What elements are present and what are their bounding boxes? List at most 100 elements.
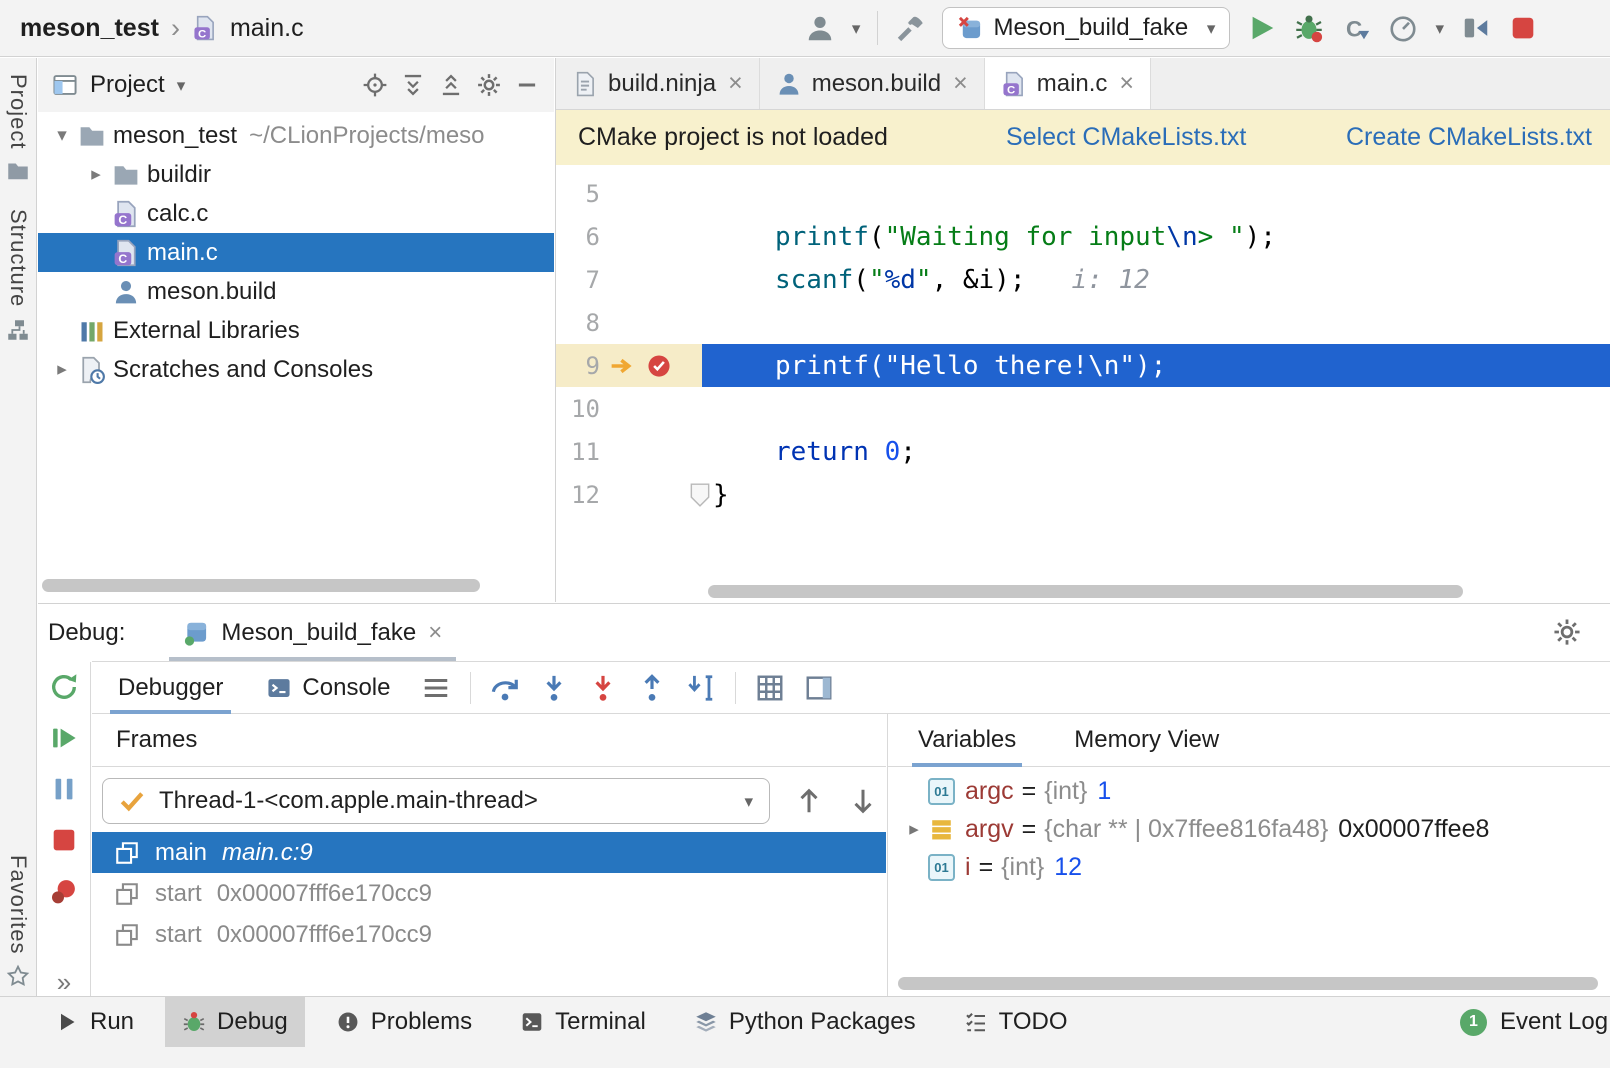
settings-gear-icon[interactable] [476, 72, 502, 98]
project-horizontal-scrollbar[interactable] [42, 579, 480, 592]
variables-horizontal-scrollbar[interactable] [898, 977, 1598, 990]
code-editor[interactable]: 5 6 printf("Waiting for input\n> "); 7 s… [556, 165, 1610, 516]
rerun-button[interactable] [49, 672, 79, 702]
collapse-all-icon[interactable] [438, 72, 464, 98]
user-account-icon[interactable] [805, 13, 835, 43]
tab-debugger[interactable]: Debugger [106, 662, 235, 713]
step-over-button[interactable] [490, 673, 520, 703]
toolwindow-button-run[interactable]: Run [38, 997, 151, 1047]
tree-item-scratches[interactable]: ▸ Scratches and Consoles [38, 350, 554, 389]
resume-button[interactable] [49, 723, 79, 753]
close-icon[interactable]: × [728, 69, 743, 98]
pause-button[interactable] [49, 774, 79, 804]
toolwindow-button-terminal[interactable]: Terminal [503, 997, 663, 1047]
close-icon[interactable]: × [428, 619, 442, 647]
editor-gutter[interactable]: 7 [556, 258, 702, 301]
chevron-down-icon[interactable]: ▾ [177, 77, 186, 94]
code-text[interactable]: printf("Waiting for input\n> "); [702, 215, 1610, 258]
code-text-execution-line[interactable]: printf("Hello there!\n"); [702, 344, 1610, 387]
layout-settings-icon[interactable] [804, 673, 834, 703]
editor-gutter[interactable]: 9 [556, 344, 702, 387]
chevron-right-icon[interactable]: ▸ [900, 818, 928, 841]
editor-gutter[interactable]: 5 [556, 172, 702, 215]
tree-item-external-libraries[interactable]: External Libraries [38, 311, 554, 350]
profiler-button[interactable] [1388, 13, 1418, 43]
breakpoint-icon[interactable] [646, 353, 672, 379]
more-actions-button[interactable]: » [57, 967, 71, 996]
chevron-down-icon[interactable]: ▾ [852, 20, 861, 37]
evaluate-grid-icon[interactable] [755, 673, 785, 703]
toolwindow-button-debug[interactable]: Debug [165, 997, 305, 1047]
editor-gutter[interactable]: 12 [556, 473, 702, 516]
stripe-button-structure[interactable]: Structure [5, 209, 31, 341]
stripe-button-project[interactable]: Project [5, 74, 31, 183]
create-cmakelists-link[interactable]: Create CMakeLists.txt [1346, 123, 1592, 152]
tree-item-meson-test[interactable]: ▾ meson_test ~/CLionProjects/meso [38, 116, 554, 155]
breadcrumb-file[interactable]: main.c [230, 14, 304, 43]
variable-row-argv[interactable]: ▸ argv = {char ** | 0x7ffee816fa48} 0x00… [888, 810, 1610, 848]
toolwindow-button-todo[interactable]: TODO [947, 997, 1085, 1047]
editor-tab-build-ninja[interactable]: build.ninja × [556, 58, 760, 109]
variable-row-argc[interactable]: 01 argc = {int} 1 [888, 772, 1610, 810]
tab-variables[interactable]: Variables [912, 714, 1022, 766]
tree-item-calc-c[interactable]: C calc.c [38, 194, 554, 233]
editor-tab-meson-build[interactable]: meson.build × [760, 58, 985, 109]
select-cmakelists-link[interactable]: Select CMakeLists.txt [1006, 123, 1246, 152]
debug-button[interactable] [1294, 13, 1324, 43]
frame-row-main[interactable]: main main.c:9 [92, 832, 886, 873]
chevron-right-icon[interactable]: ▸ [82, 163, 110, 186]
close-icon[interactable]: × [953, 69, 968, 98]
frame-row-start-1[interactable]: start 0x00007fff6e170cc9 [92, 873, 886, 914]
run-button[interactable] [1247, 13, 1277, 43]
editor-gutter[interactable]: 8 [556, 301, 702, 344]
editor-gutter[interactable]: 10 [556, 387, 702, 430]
toolwindow-button-python-packages[interactable]: Python Packages [677, 997, 933, 1047]
debug-settings-gear-icon[interactable] [1552, 617, 1582, 647]
code-text[interactable] [702, 387, 1610, 430]
toolwindow-button-problems[interactable]: Problems [319, 997, 489, 1047]
tab-memory-view[interactable]: Memory View [1068, 714, 1225, 766]
editor-tab-main-c[interactable]: C main.c × [985, 58, 1151, 109]
code-text[interactable]: } [702, 473, 1610, 516]
tree-item-main-c[interactable]: C main.c [38, 233, 554, 272]
run-configuration-select[interactable]: Meson_build_fake ▾ [942, 7, 1230, 49]
attach-to-process-icon[interactable] [1461, 13, 1491, 43]
frame-row-start-2[interactable]: start 0x00007fff6e170cc9 [92, 914, 886, 955]
code-text[interactable]: return 0; [702, 430, 1610, 473]
stripe-button-favorites[interactable]: Favorites [5, 855, 31, 988]
build-hammer-icon[interactable] [895, 13, 925, 43]
breadcrumb-project[interactable]: meson_test [20, 14, 159, 43]
toolwindow-button-event-log[interactable]: 1 Event Log [1460, 997, 1608, 1047]
code-text[interactable] [702, 301, 1610, 344]
step-into-button[interactable] [539, 673, 569, 703]
stop-button[interactable] [1508, 13, 1538, 43]
tree-item-buildir[interactable]: ▸ buildir [38, 155, 554, 194]
editor-gutter[interactable]: 6 [556, 215, 702, 258]
variable-row-i[interactable]: 01 i = {int} 12 [888, 848, 1610, 886]
locate-file-icon[interactable] [362, 72, 388, 98]
chevron-right-icon[interactable]: ▸ [48, 358, 76, 381]
previous-frame-icon[interactable] [794, 786, 824, 816]
chevron-down-icon[interactable]: ▾ [1435, 20, 1444, 37]
editor-horizontal-scrollbar[interactable] [708, 585, 1463, 598]
editor-gutter[interactable]: 11 [556, 430, 702, 473]
tree-item-meson-build[interactable]: meson.build [38, 272, 554, 311]
code-text[interactable] [702, 172, 1610, 215]
run-with-coverage-button[interactable]: C [1341, 13, 1371, 43]
view-breakpoints-icon[interactable] [49, 876, 79, 906]
next-frame-icon[interactable] [848, 786, 878, 816]
step-out-button[interactable] [637, 673, 667, 703]
expand-all-icon[interactable] [400, 72, 426, 98]
close-icon[interactable]: × [1119, 69, 1134, 98]
stop-debug-button[interactable] [49, 825, 79, 855]
chevron-down-icon[interactable]: ▾ [48, 124, 76, 147]
layout-menu-icon[interactable] [421, 673, 451, 703]
run-to-cursor-button[interactable] [686, 673, 716, 703]
hide-panel-icon[interactable] [514, 72, 540, 98]
force-step-into-button[interactable] [588, 673, 618, 703]
thread-selector[interactable]: Thread-1-<com.apple.main-thread> ▾ [102, 778, 770, 824]
debug-session-tab[interactable]: Meson_build_fake × [167, 604, 458, 661]
project-panel-title[interactable]: Project [90, 71, 165, 99]
tab-console[interactable]: Console [254, 662, 402, 713]
code-text[interactable]: scanf("%d", &i);i: 12 [702, 258, 1610, 301]
